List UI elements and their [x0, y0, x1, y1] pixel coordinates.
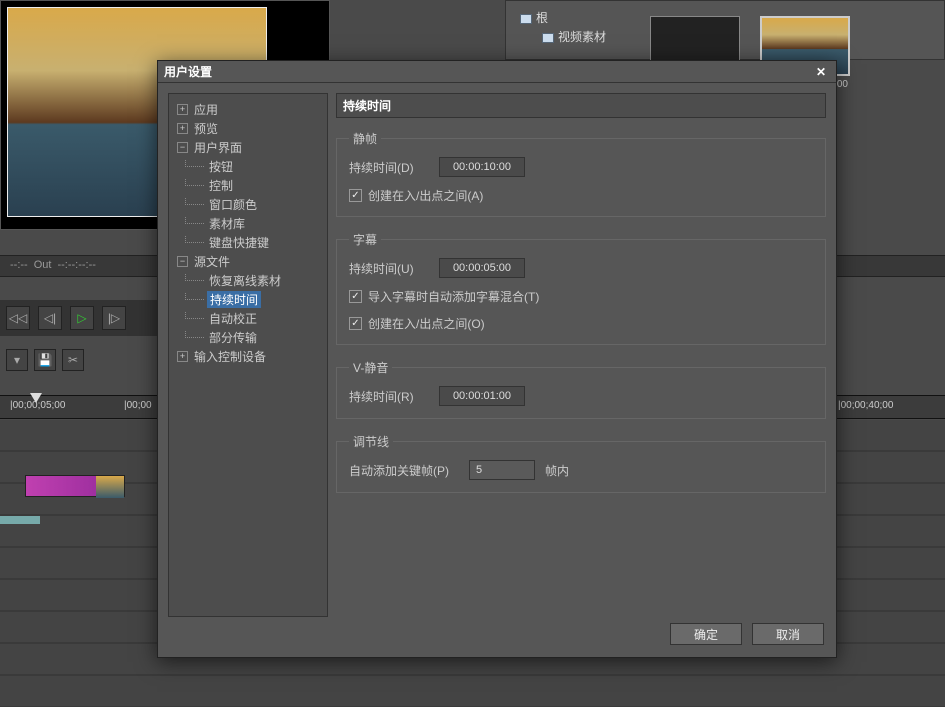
vmute-duration-label: 持续时间(R) [349, 388, 439, 405]
subtitle-automix-label: 导入字幕时自动添加字幕混合(T) [368, 288, 539, 305]
dialog-footer: 确定 取消 [158, 623, 836, 657]
cut-button[interactable]: ✂ [62, 349, 84, 371]
tree-item-partial-transfer[interactable]: 部分传输 [173, 328, 323, 347]
still-inout-checkbox[interactable]: ✓ 创建在入/出点之间(A) [349, 187, 483, 204]
bin-child-label: 视频素材 [558, 30, 606, 44]
bin-root-label: 根 [536, 11, 548, 25]
subtitle-duration-input[interactable] [439, 258, 525, 278]
checkbox-icon: ✓ [349, 189, 362, 202]
group-still: 静帧 持续时间(D) ✓ 创建在入/出点之间(A) [336, 130, 826, 217]
folder-icon [542, 33, 554, 43]
expand-icon[interactable]: + [177, 104, 188, 115]
tree-item-control[interactable]: 控制 [173, 176, 323, 195]
toolbar: ▾ 💾 ✂ [0, 345, 170, 375]
expand-icon[interactable]: + [177, 351, 188, 362]
tree-item-ui[interactable]: −用户界面 [173, 138, 323, 157]
still-duration-input[interactable] [439, 157, 525, 177]
curve-autokey-label: 自动添加关键帧(P) [349, 462, 469, 479]
subtitle-inout-checkbox[interactable]: ✓ 创建在入/出点之间(O) [349, 315, 485, 332]
group-vmute-legend: V-静音 [349, 359, 392, 376]
dialog-title: 用户设置 [164, 63, 212, 80]
rewind-button[interactable]: ◁◁ [6, 306, 30, 330]
group-subtitle: 字幕 持续时间(U) ✓ 导入字幕时自动添加字幕混合(T) ✓ 创建在入/出点之… [336, 231, 826, 345]
tree-item-duration[interactable]: 持续时间 [173, 290, 323, 309]
transport-controls: ◁◁ ◁| ▷ |▷ [0, 300, 170, 336]
user-settings-dialog: 用户设置 ✕ +应用 +预览 −用户界面 按钮 控制 窗口颜色 素材库 键盘快捷… [157, 60, 837, 658]
subtitle-duration-label: 持续时间(U) [349, 260, 439, 277]
tree-item-restore-offline[interactable]: 恢复离线素材 [173, 271, 323, 290]
tree-item-button[interactable]: 按钮 [173, 157, 323, 176]
out-tc: --:--:--:-- [57, 259, 95, 271]
step-fwd-button[interactable]: |▷ [102, 306, 126, 330]
group-vmute: V-静音 持续时间(R) [336, 359, 826, 419]
export-button[interactable]: ▾ [6, 349, 28, 371]
tree-item-source[interactable]: −源文件 [173, 252, 323, 271]
playhead[interactable] [30, 393, 42, 403]
checkbox-icon: ✓ [349, 290, 362, 303]
tree-item-app[interactable]: +应用 [173, 100, 323, 119]
save-button[interactable]: 💾 [34, 349, 56, 371]
subtitle-automix-checkbox[interactable]: ✓ 导入字幕时自动添加字幕混合(T) [349, 288, 539, 305]
cancel-button[interactable]: 取消 [752, 623, 824, 645]
audio-clip[interactable] [0, 516, 40, 524]
dialog-titlebar[interactable]: 用户设置 ✕ [158, 61, 836, 83]
ok-button[interactable]: 确定 [670, 623, 742, 645]
step-back-button[interactable]: ◁| [38, 306, 62, 330]
checkbox-icon: ✓ [349, 317, 362, 330]
curve-autokey-input[interactable] [469, 460, 535, 480]
subtitle-inout-label: 创建在入/出点之间(O) [368, 315, 485, 332]
out-label: Out [34, 259, 52, 271]
settings-tree[interactable]: +应用 +预览 −用户界面 按钮 控制 窗口颜色 素材库 键盘快捷键 −源文件 … [168, 93, 328, 617]
group-subtitle-legend: 字幕 [349, 231, 381, 248]
vmute-duration-input[interactable] [439, 386, 525, 406]
video-clip[interactable] [25, 475, 125, 497]
curve-autokey-suffix: 帧内 [545, 462, 569, 479]
tree-item-input-devices[interactable]: +输入控制设备 [173, 347, 323, 366]
tree-item-preview[interactable]: +预览 [173, 119, 323, 138]
close-icon[interactable]: ✕ [812, 64, 830, 80]
expand-icon[interactable]: + [177, 123, 188, 134]
group-curve-legend: 调节线 [349, 433, 393, 450]
still-inout-label: 创建在入/出点之间(A) [368, 187, 483, 204]
play-button[interactable]: ▷ [70, 306, 94, 330]
ruler-tick: |00;00;40;00 [838, 400, 893, 411]
content-header: 持续时间 [336, 93, 826, 118]
clip-thumb [96, 476, 124, 498]
collapse-icon[interactable]: − [177, 256, 188, 267]
tree-item-shortcuts[interactable]: 键盘快捷键 [173, 233, 323, 252]
collapse-icon[interactable]: − [177, 142, 188, 153]
settings-content: 持续时间 静帧 持续时间(D) ✓ 创建在入/出点之间(A) 字幕 持续时间( [336, 93, 826, 617]
tree-item-windowcolor[interactable]: 窗口颜色 [173, 195, 323, 214]
bin-tree: 根 视频素材 [520, 9, 606, 45]
tree-item-autocorrect[interactable]: 自动校正 [173, 309, 323, 328]
folder-icon [520, 14, 532, 24]
ruler-tick: |00;00 [124, 400, 152, 411]
still-duration-label: 持续时间(D) [349, 159, 439, 176]
group-still-legend: 静帧 [349, 130, 381, 147]
group-curve: 调节线 自动添加关键帧(P) 帧内 [336, 433, 826, 493]
tree-item-bin[interactable]: 素材库 [173, 214, 323, 233]
